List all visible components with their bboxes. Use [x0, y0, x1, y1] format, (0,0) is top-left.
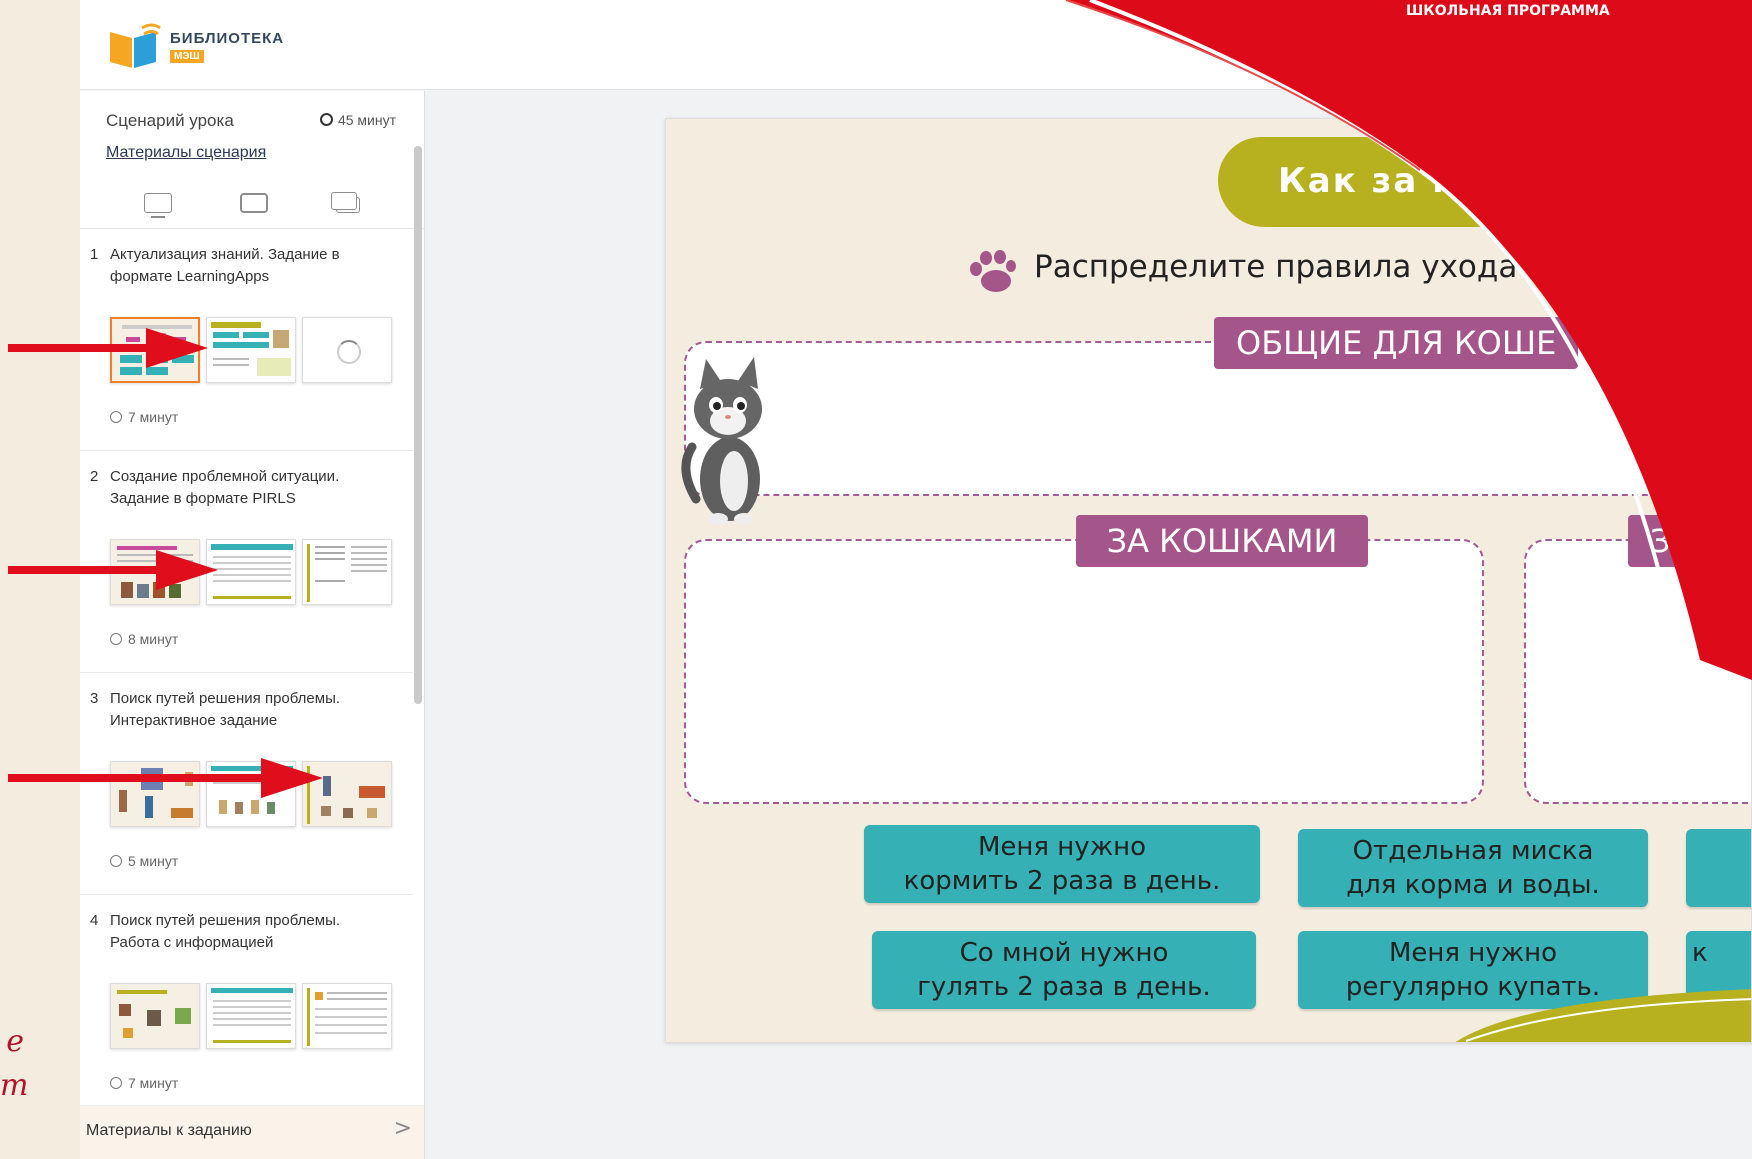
- rule-card-line: кормить 2 раза в день.: [903, 866, 1221, 896]
- header-fragment-text: Пр: [1318, 56, 1335, 71]
- lesson-step-title: 2 Создание проблемной ситуации. Задание в…: [90, 466, 380, 510]
- lesson-step-title: 1 Актуализация знаний. Задание в формате …: [90, 244, 380, 288]
- task-materials-label: Материалы к заданию: [86, 1122, 252, 1139]
- step-duration-text: 8 минут: [128, 631, 179, 647]
- step-duration: 7 минут: [110, 1075, 178, 1091]
- sidebar-scrollbar[interactable]: [414, 146, 422, 704]
- rule-card-line: Меня нужно: [977, 832, 1147, 862]
- task-instruction: Распределите правила ухода: [1034, 249, 1518, 285]
- task-materials-button[interactable]: Материалы к заданию >: [80, 1105, 424, 1159]
- side-italic-line-1: e: [6, 1024, 24, 1059]
- side-italic-line-2: т: [0, 1068, 29, 1103]
- lesson-scenario-title: Сценарий урока: [106, 111, 234, 130]
- step-duration: 5 минут: [110, 853, 178, 869]
- step-duration-text: 5 минут: [128, 853, 179, 869]
- step-thumbnails: [110, 983, 400, 1049]
- lesson-step-title: 3 Поиск путей решения проблемы. Интеракти…: [90, 688, 380, 732]
- step-number: 2: [90, 468, 99, 485]
- lesson-sidebar: Сценарий урока 45 минут Материалы сценар…: [80, 91, 425, 1159]
- monitor-icon[interactable]: [144, 193, 172, 218]
- mesh-badge: МЭШ: [170, 50, 204, 63]
- slide-thumbnail[interactable]: [110, 983, 200, 1049]
- library-logo-text: БИБЛИОТЕКА: [170, 30, 285, 47]
- app-window: БИБЛИОТЕКА МЭШ Сценарий урока 45 минут М…: [80, 0, 1752, 1159]
- step-number: 4: [90, 912, 99, 929]
- clock-icon: [110, 633, 122, 645]
- slide-thumbnail[interactable]: [206, 983, 296, 1049]
- group-label-cats: ЗА КОШКАМИ: [1076, 515, 1368, 567]
- step-title-text: Актуализация знаний. Задание в формате L…: [110, 246, 340, 285]
- step-duration: 7 минут: [110, 409, 178, 425]
- slide-preview: Как за на Распределите правила ухода ОБЩ…: [665, 118, 1752, 1043]
- clock-icon: [110, 411, 122, 423]
- lesson-duration-text: 45 минут: [337, 112, 396, 128]
- scenario-materials-link[interactable]: Материалы сценария: [106, 144, 266, 162]
- slide-thumbnail-loading[interactable]: [302, 317, 392, 383]
- step-duration-text: 7 минут: [128, 1075, 179, 1091]
- rule-card-line: Со мной нужно: [959, 938, 1169, 968]
- side-italic-text: e т: [0, 1020, 29, 1108]
- slide-thumbnail[interactable]: [206, 539, 296, 605]
- loading-spinner-icon: [337, 340, 361, 364]
- library-logo-icon[interactable]: [106, 22, 162, 70]
- lesson-step-4[interactable]: 4 Поиск путей решения проблемы. Работа с …: [80, 895, 413, 1117]
- multiscreen-icon[interactable]: [331, 192, 360, 213]
- rule-card-partial[interactable]: [1686, 829, 1751, 907]
- rule-card-line: Отдельная миска: [1352, 836, 1594, 866]
- step-number: 1: [90, 246, 99, 263]
- step-title-text: Поиск путей решения проблемы. Интерактив…: [110, 690, 341, 729]
- view-mode-switcher: [144, 192, 384, 218]
- rule-card[interactable]: Меня нужно кормить 2 раза в день.: [864, 825, 1260, 903]
- group-label-general: ОБЩИЕ ДЛЯ КОШЕ: [1214, 317, 1579, 369]
- rule-card-line: гулять 2 раза в день.: [917, 972, 1211, 1002]
- slide-thumbnail[interactable]: [302, 539, 392, 605]
- lesson-duration: 45 минут: [319, 112, 396, 128]
- red-arrow-pointer: [8, 550, 218, 590]
- tablet-icon[interactable]: [240, 193, 268, 213]
- kitten-illustration: [681, 357, 762, 525]
- drop-zone-dogs[interactable]: [1524, 539, 1751, 804]
- rule-card-line: для корма и воды.: [1346, 870, 1600, 900]
- step-number: 3: [90, 690, 99, 707]
- clock-icon: [319, 113, 333, 126]
- slide-thumbnail[interactable]: [206, 317, 296, 383]
- slide-thumbnail[interactable]: [302, 983, 392, 1049]
- chevron-right-icon: >: [393, 1116, 412, 1141]
- clock-icon: [110, 855, 122, 867]
- step-duration: 8 минут: [110, 631, 178, 647]
- group-label-dogs: ЗА: [1628, 515, 1715, 567]
- paw-icon: [970, 250, 1016, 292]
- rule-card[interactable]: Отдельная миска для корма и воды.: [1298, 829, 1648, 907]
- clock-icon: [110, 1077, 122, 1089]
- decorative-green-wave: [1455, 989, 1751, 1042]
- school-program-label: ШКОЛЬНАЯ ПРОГРАММА: [1406, 3, 1610, 19]
- drop-zone-cats[interactable]: [684, 539, 1484, 804]
- lesson-step-title: 4 Поиск путей решения проблемы. Работа с …: [90, 910, 380, 954]
- slide-title: Как за на: [1278, 161, 1483, 201]
- step-title-text: Поиск путей решения проблемы. Работа с и…: [110, 912, 341, 951]
- rule-card[interactable]: Со мной нужно гулять 2 раза в день.: [872, 931, 1256, 1009]
- red-arrow-pointer: [8, 758, 323, 798]
- red-arrow-pointer: [8, 328, 208, 368]
- step-duration-text: 7 минут: [128, 409, 179, 425]
- step-title-text: Создание проблемной ситуации. Задание в …: [110, 468, 340, 507]
